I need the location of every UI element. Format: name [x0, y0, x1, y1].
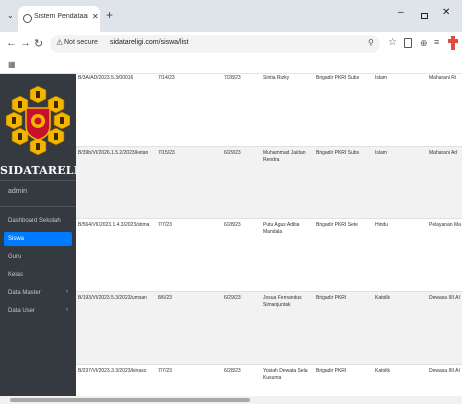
cell-id: B/564/VII/2023.1.4.3/2023/stima [78, 222, 150, 228]
extension-icon[interactable] [404, 38, 412, 48]
row-divider [76, 364, 462, 365]
user-name[interactable]: admin [8, 188, 27, 195]
sidebar-item-data-user[interactable]: Data User ‹ [4, 304, 72, 318]
sidebar-item-label: Dashboard Sekolah [8, 218, 61, 224]
cell-id: B/193/VI/2023.5.3/2023/umsan [78, 295, 147, 301]
cell-name: Josua Fernandus Simanjuntak [263, 295, 302, 308]
key-icon[interactable]: ⚲ [368, 38, 374, 47]
table-row: B/39b/VI/2026.1.5.2/2023/ketan 7/15/23 6… [76, 146, 462, 218]
close-icon[interactable]: ✕ [92, 12, 99, 21]
cell-date-2: 7/28/23 [224, 75, 241, 81]
cell-last: Maharani Ad [429, 150, 458, 156]
cell-id: B/237/VI/2023.3.3/2023/kinaso [78, 368, 147, 374]
sidebar-item-guru[interactable]: Guru [4, 250, 72, 264]
cell-religion: Katolik [375, 368, 391, 374]
browser-tab[interactable]: Sistem Pendataan Data Pelajar ✕ [18, 6, 100, 32]
table-row: B/3A/AD/2023.5.3/00016 7/14/23 7/28/23 S… [76, 74, 462, 146]
sidebar-item-label: Siswa [8, 236, 25, 242]
cell-date-2: 6/28/23 [224, 368, 241, 374]
maximize-icon[interactable] [421, 13, 428, 19]
globe-icon [23, 14, 32, 23]
row-divider [76, 291, 462, 292]
chevron-left-icon: ‹ [66, 307, 68, 313]
row-divider [76, 218, 462, 219]
browser-tabstrip: ⌄ Sistem Pendataan Data Pelajar ✕ + – ✕ [0, 0, 462, 32]
cell-office: Brigadir PKRI Subs [316, 75, 360, 81]
cell-religion: Islam [375, 150, 387, 156]
student-table: B/3A/AD/2023.5.3/00016 7/14/23 7/28/23 S… [76, 74, 462, 396]
cell-last: Pelayanan Ma [429, 222, 461, 228]
scrollbar-thumb[interactable] [10, 398, 250, 402]
cell-office: Brigadir PKRI Sete [316, 222, 358, 228]
sidebar-item-data-master[interactable]: Data Master ‹ [4, 286, 72, 300]
cell-date-1: 8/6/23 [158, 295, 172, 301]
bookmarks-bar: ▦ [0, 56, 462, 74]
reload-icon[interactable]: ↻ [34, 37, 43, 50]
sidebar-item-kelas[interactable]: Kelas [4, 268, 72, 282]
cell-office: Brigadir PKRI [316, 368, 347, 374]
cell-date-1: 7/7/23 [158, 368, 172, 374]
sidebar-item-label: Guru [8, 254, 22, 260]
apps-grid-icon[interactable]: ▦ [8, 60, 16, 69]
sidebar-item-dashboard-sekolah[interactable]: Dashboard Sekolah [4, 214, 72, 228]
sidebar-item-label: Data Master [8, 290, 41, 296]
cell-name: Muhammad Jaidan Rendra [263, 150, 306, 163]
address-bar: ← → ↻ ⚠ Not secure sidatareligi.com/sisw… [0, 32, 462, 56]
url-input[interactable]: ⚠ Not secure sidatareligi.com/siswa/list… [50, 35, 380, 53]
download-icon[interactable]: ⊕ [420, 38, 428, 49]
bookmark-star-icon[interactable]: ☆ [388, 37, 397, 48]
not-secure-label: Not secure [64, 39, 98, 46]
url-text: sidatareligi.com/siswa/list [110, 39, 189, 46]
divider [0, 206, 76, 207]
table-row: B/237/VI/2023.3.3/2023/kinaso 7/7/23 6/2… [76, 364, 462, 396]
cell-last: Maharani Ri [429, 75, 456, 81]
new-tab-icon[interactable]: + [106, 8, 113, 22]
back-icon[interactable]: ← [6, 37, 17, 49]
sidebar: SIDATARELIGI admin Dashboard Sekolah Sis… [0, 74, 95, 404]
cell-office: Brigadir PKRI Subs [316, 150, 360, 156]
cell-office: Brigadir PKRI [316, 295, 347, 301]
forward-icon[interactable]: → [20, 37, 31, 49]
sidatareligi-logo-icon [6, 85, 70, 156]
not-secure-icon[interactable]: ⚠ [56, 38, 63, 47]
cell-name: Putu Agus Aditia Mandala [263, 222, 300, 235]
sidebar-item-label: Kelas [8, 272, 24, 278]
window-close-icon[interactable]: ✕ [442, 7, 450, 18]
cell-date-2: 6/29/23 [224, 150, 241, 156]
cell-date-1: 7/14/23 [158, 75, 175, 81]
puzzle-icon[interactable]: ≡ [434, 37, 439, 47]
tab-search-icon[interactable]: ⌄ [7, 11, 14, 20]
cell-last: Dewasa IIII AI [429, 295, 460, 301]
cell-name: Sintia Rizky [263, 75, 290, 81]
cell-religion: Katolik [375, 295, 391, 301]
cell-date-1: 7/15/23 [158, 150, 175, 156]
cell-religion: Hindu [375, 222, 389, 228]
sidebar-item-siswa[interactable]: Siswa [4, 232, 72, 246]
cell-date-2: 6/28/23 [224, 222, 241, 228]
profile-avatar-icon[interactable] [447, 35, 459, 51]
cell-last: Dewasa IIII AI [429, 368, 460, 374]
sidebar-item-label: Data User [8, 308, 36, 314]
chevron-left-icon: ‹ [66, 289, 68, 295]
cell-name: Yosiah Dewata Sela Kusuma [263, 368, 308, 381]
table-row: B/193/VI/2023.5.3/2023/umsan 8/6/23 6/29… [76, 291, 462, 364]
cell-date-2: 6/29/23 [224, 295, 241, 301]
tab-title: Sistem Pendataan Data Pelajar [34, 13, 88, 20]
cell-id: B/39b/VI/2026.1.5.2/2023/ketan [78, 150, 149, 156]
cell-date-1: 7/7/23 [158, 222, 172, 228]
row-divider [76, 146, 462, 147]
cell-religion: Islam [375, 75, 387, 81]
divider [0, 180, 76, 181]
brand-title: SIDATARELIGI [0, 164, 95, 177]
minimize-icon[interactable]: – [398, 7, 404, 18]
horizontal-scrollbar[interactable] [0, 396, 462, 404]
cell-id: B/3A/AD/2023.5.3/00016 [78, 75, 134, 81]
table-row: B/564/VII/2023.1.4.3/2023/stima 7/7/23 6… [76, 218, 462, 291]
